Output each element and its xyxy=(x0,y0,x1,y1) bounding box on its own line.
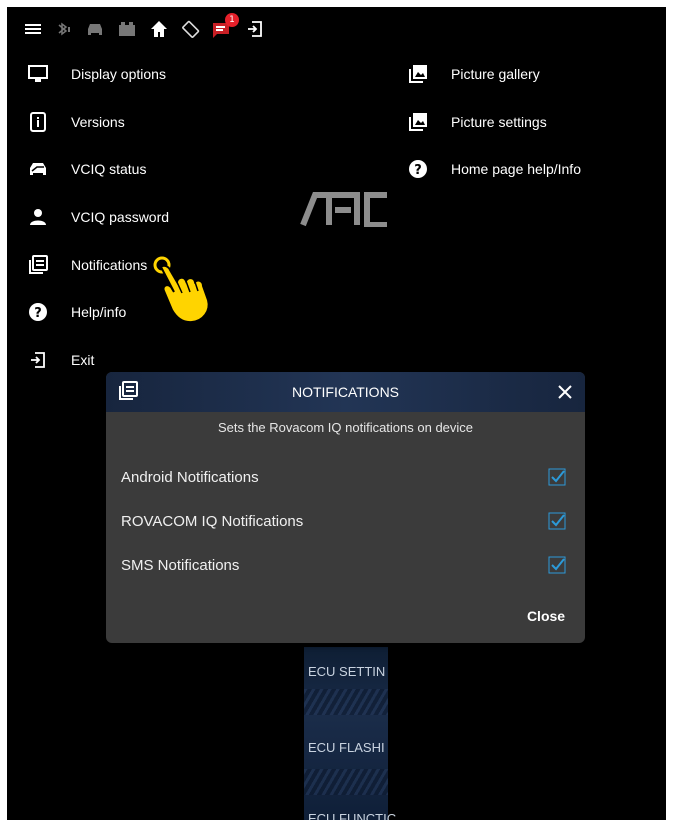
tile-stripe xyxy=(304,689,388,715)
menu-item-display-options[interactable]: Display options xyxy=(27,54,166,94)
rovacom-notifications-checkbox[interactable] xyxy=(548,512,566,530)
menu-item-picture-gallery[interactable]: Picture gallery xyxy=(407,54,540,94)
tile-ecu-flashing[interactable]: ECU FLASHI xyxy=(308,740,385,755)
menu-item-notifications[interactable]: Notifications xyxy=(27,245,147,285)
app-screen: 1 Display options Versions VCIQ status V… xyxy=(7,7,666,820)
menu-item-label: Picture gallery xyxy=(451,66,540,82)
menu-item-label: VCIQ status xyxy=(71,161,147,177)
menu-item-label: Notifications xyxy=(71,257,148,273)
info-box-icon xyxy=(27,111,49,133)
menu-item-picture-settings[interactable]: Picture settings xyxy=(407,102,547,142)
menu-item-vciq-status[interactable]: VCIQ status xyxy=(27,149,146,189)
menu-item-home-page-help[interactable]: ? Home page help/Info xyxy=(407,149,581,189)
home-icon[interactable] xyxy=(149,19,169,39)
svg-text:?: ? xyxy=(414,163,422,178)
svg-text:?: ? xyxy=(34,306,42,321)
car-status-icon xyxy=(85,19,105,39)
notifications-icon xyxy=(27,254,49,276)
background-function-tiles: ECU SETTIN ECU FLASHI ECU FUNCTIC xyxy=(304,647,396,820)
menu-item-exit[interactable]: Exit xyxy=(27,340,94,380)
menu-item-label: Home page help/Info xyxy=(451,161,581,177)
menu-item-vciq-password[interactable]: VCIQ password xyxy=(27,197,169,237)
notifications-status-icon[interactable]: 1 xyxy=(211,13,239,39)
option-android-label: Android Notifications xyxy=(121,469,259,486)
tile-ecu-functions[interactable]: ECU FUNCTIC xyxy=(308,811,396,820)
exit-icon xyxy=(27,349,49,371)
tap-pointer-hand-icon xyxy=(151,255,221,327)
sms-notifications-checkbox[interactable] xyxy=(548,556,566,574)
battery-icon xyxy=(117,19,137,39)
background-logo xyxy=(299,187,389,228)
bluetooth-icon xyxy=(53,19,73,39)
menu-item-label: Versions xyxy=(71,114,125,130)
dialog-title: NOTIFICATIONS xyxy=(291,384,400,400)
option-rovacom-label: ROVACOM IQ Notifications xyxy=(121,513,304,530)
notification-count-badge: 1 xyxy=(225,13,239,27)
image-icon xyxy=(407,63,429,85)
monitor-icon xyxy=(27,63,49,85)
android-notifications-checkbox[interactable] xyxy=(548,468,566,486)
menu-item-versions[interactable]: Versions xyxy=(27,102,125,142)
menu-item-label: Display options xyxy=(71,66,166,82)
notifications-dialog: NOTIFICATIONS Sets the Rovacom IQ notifi… xyxy=(106,372,585,643)
menu-item-label: VCIQ password xyxy=(71,209,170,225)
menu-item-help-info[interactable]: ? Help/info xyxy=(27,292,126,332)
menu-toggle-icon[interactable] xyxy=(23,19,43,39)
close-button[interactable]: Close xyxy=(516,604,576,628)
option-sms-label: SMS Notifications xyxy=(121,557,240,574)
menu-item-label: Picture settings xyxy=(451,114,547,130)
image-icon xyxy=(407,111,429,133)
tile-stripe xyxy=(304,769,388,795)
person-icon xyxy=(27,206,49,228)
rotate-screen-icon[interactable] xyxy=(181,19,201,39)
menu-item-label: Exit xyxy=(71,352,95,368)
help-icon: ? xyxy=(407,158,429,180)
dialog-header: NOTIFICATIONS xyxy=(106,372,585,412)
help-icon: ? xyxy=(27,301,49,323)
tile-ecu-settings[interactable]: ECU SETTIN xyxy=(308,664,385,679)
close-icon[interactable] xyxy=(557,384,573,405)
dialog-subtitle: Sets the Rovacom IQ notifications on dev… xyxy=(217,420,474,435)
menu-item-label: Help/info xyxy=(71,304,127,320)
exit-status-icon[interactable] xyxy=(245,19,265,39)
status-bar: 1 xyxy=(7,7,666,51)
car-icon xyxy=(27,158,49,180)
